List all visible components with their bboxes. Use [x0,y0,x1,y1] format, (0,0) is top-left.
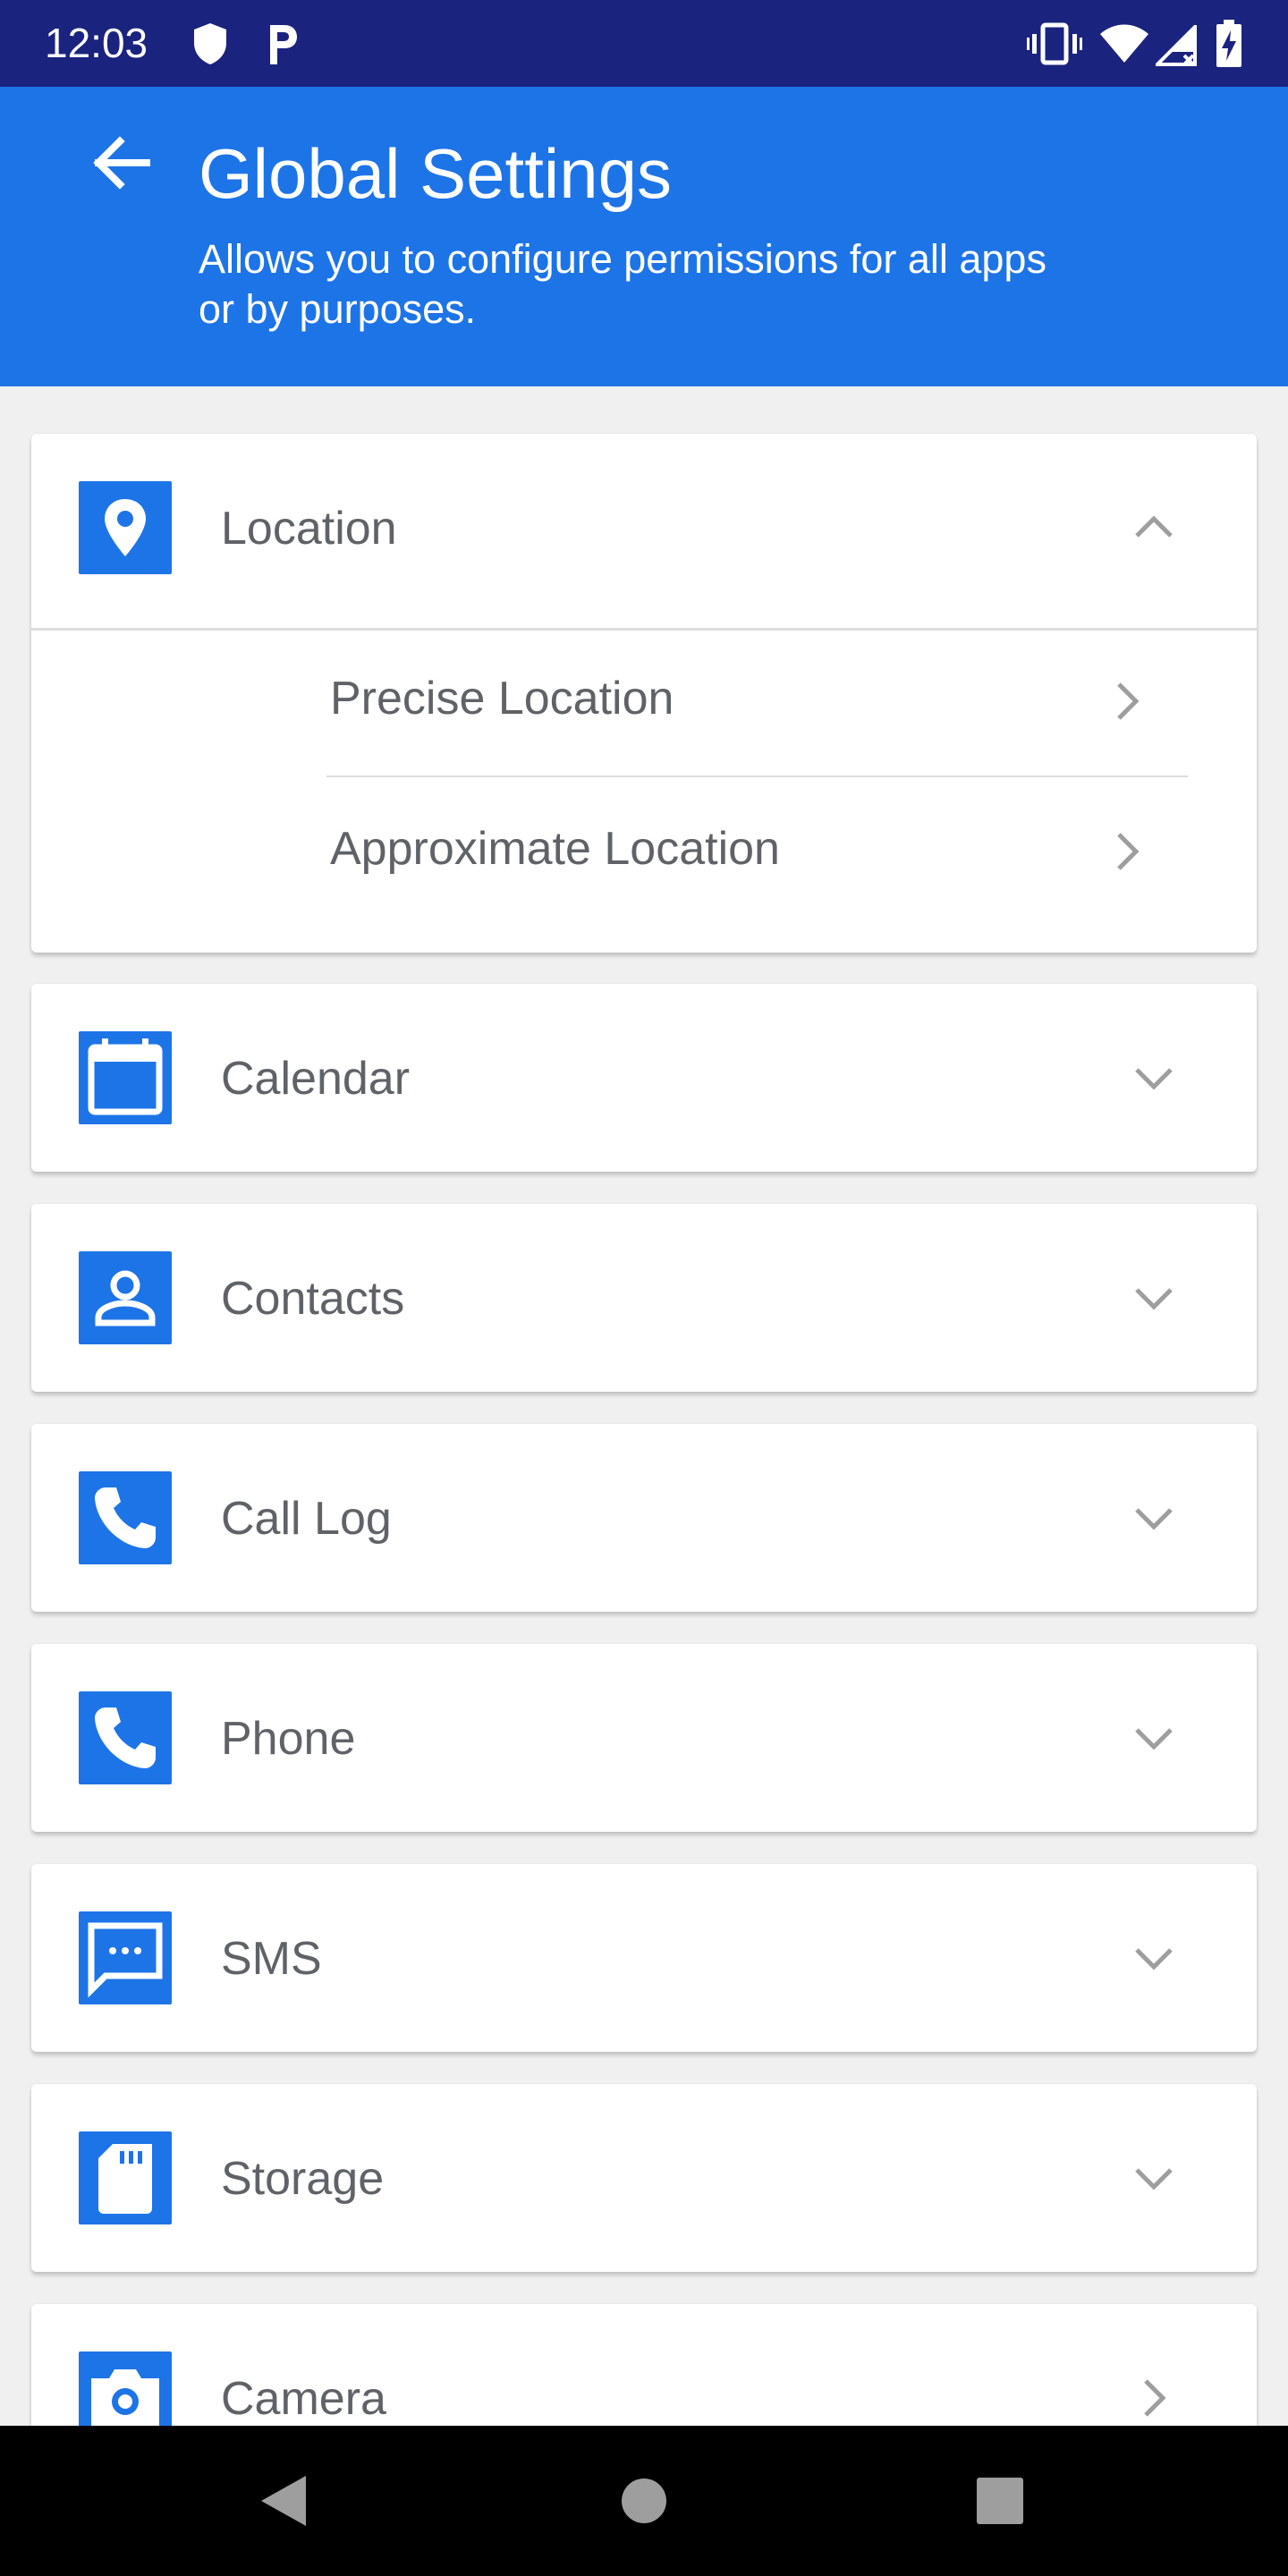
sub-item-precise-location[interactable]: Precise Location [326,632,1190,767]
chevron-down-icon[interactable] [1123,1707,1185,1769]
home-circle-icon[interactable] [608,2465,680,2537]
back-button[interactable] [82,123,163,203]
chevron-up-icon[interactable] [1123,496,1185,559]
battery-charging-icon [1216,20,1241,67]
permission-card-calendar[interactable]: Calendar [31,984,1257,1172]
permission-card-contacts[interactable]: Contacts [31,1204,1257,1392]
arrow-left-icon [93,136,150,190]
sub-item-divider [326,775,1188,777]
permission-label: Calendar [221,1053,411,1105]
chevron-right-icon [1117,833,1140,870]
wifi-icon [1100,24,1148,63]
permission-header-storage[interactable]: Storage [31,2084,1257,2272]
location-icon-box [79,481,172,574]
permission-label: SMS [221,1933,322,1985]
message-icon [88,1922,163,1998]
permission-label: Camera [221,2373,386,2425]
permission-header-call-log[interactable]: Call Log [31,1424,1257,1612]
vibrate-icon [1027,22,1082,65]
permission-header-contacts[interactable]: Contacts [31,1204,1257,1392]
permission-label: Storage [221,2153,385,2205]
chevron-right-icon[interactable] [1123,2367,1185,2429]
chevron-down-icon[interactable] [1123,1046,1185,1109]
phone-icon [95,1487,156,1548]
calendar-icon [88,1038,163,1115]
chevron-down-icon[interactable] [1123,1927,1185,1989]
permission-label: Call Log [221,1493,392,1545]
navigation-bar [0,2426,1288,2576]
status-time: 12:03 [45,20,148,66]
phone-icon-box [79,1471,172,1564]
permission-label: Phone [221,1713,356,1765]
screen: 12:03 Global Settings Allows you to conf… [0,0,1288,2576]
phone-icon-box [79,1691,172,1784]
sub-item-approximate-location[interactable]: Approximate Location [326,783,1190,917]
permission-header-location[interactable]: Location [31,434,1257,622]
permission-card-location: Location Precise Location Approximate Lo… [31,434,1257,953]
chevron-down-icon[interactable] [1123,1487,1185,1549]
phone-icon [95,1707,156,1768]
contact-icon-box [79,1251,172,1344]
location-pin-icon [105,499,146,556]
calendar-icon-box [79,1031,172,1124]
recents-square-icon[interactable] [964,2465,1036,2537]
permission-label: Contacts [221,1273,405,1325]
page-subtitle: Allows you to configure permissions for … [199,236,1046,332]
sub-item-label: Approximate Location [330,823,780,875]
permission-header-phone[interactable]: Phone [31,1644,1257,1832]
permission-header-sms[interactable]: SMS [31,1864,1257,2052]
page-title: Global Settings [199,134,672,213]
shield-icon [194,23,226,64]
permission-card-storage[interactable]: Storage [31,2084,1257,2272]
permission-header-calendar[interactable]: Calendar [31,984,1257,1172]
permission-label: Location [221,503,397,555]
signal-icon [1156,25,1197,66]
permission-card-sms[interactable]: SMS [31,1864,1257,2052]
parking-icon [270,25,297,64]
contact-icon [95,1270,156,1326]
sd-card-icon [98,2144,152,2214]
back-triangle-icon[interactable] [249,2465,320,2537]
sub-item-label: Precise Location [330,673,674,724]
expanded-divider [31,628,1257,631]
chevron-down-icon[interactable] [1123,2147,1185,2209]
message-icon-box [79,1911,172,2004]
permission-card-call-log[interactable]: Call Log [31,1424,1257,1612]
app-bar: Global Settings Allows you to configure … [0,87,1288,386]
chevron-down-icon[interactable] [1123,1267,1185,1329]
status-bar: 12:03 [0,0,1288,87]
sd-card-icon-box [79,2131,172,2224]
chevron-right-icon [1117,682,1140,720]
permission-card-phone[interactable]: Phone [31,1644,1257,1832]
